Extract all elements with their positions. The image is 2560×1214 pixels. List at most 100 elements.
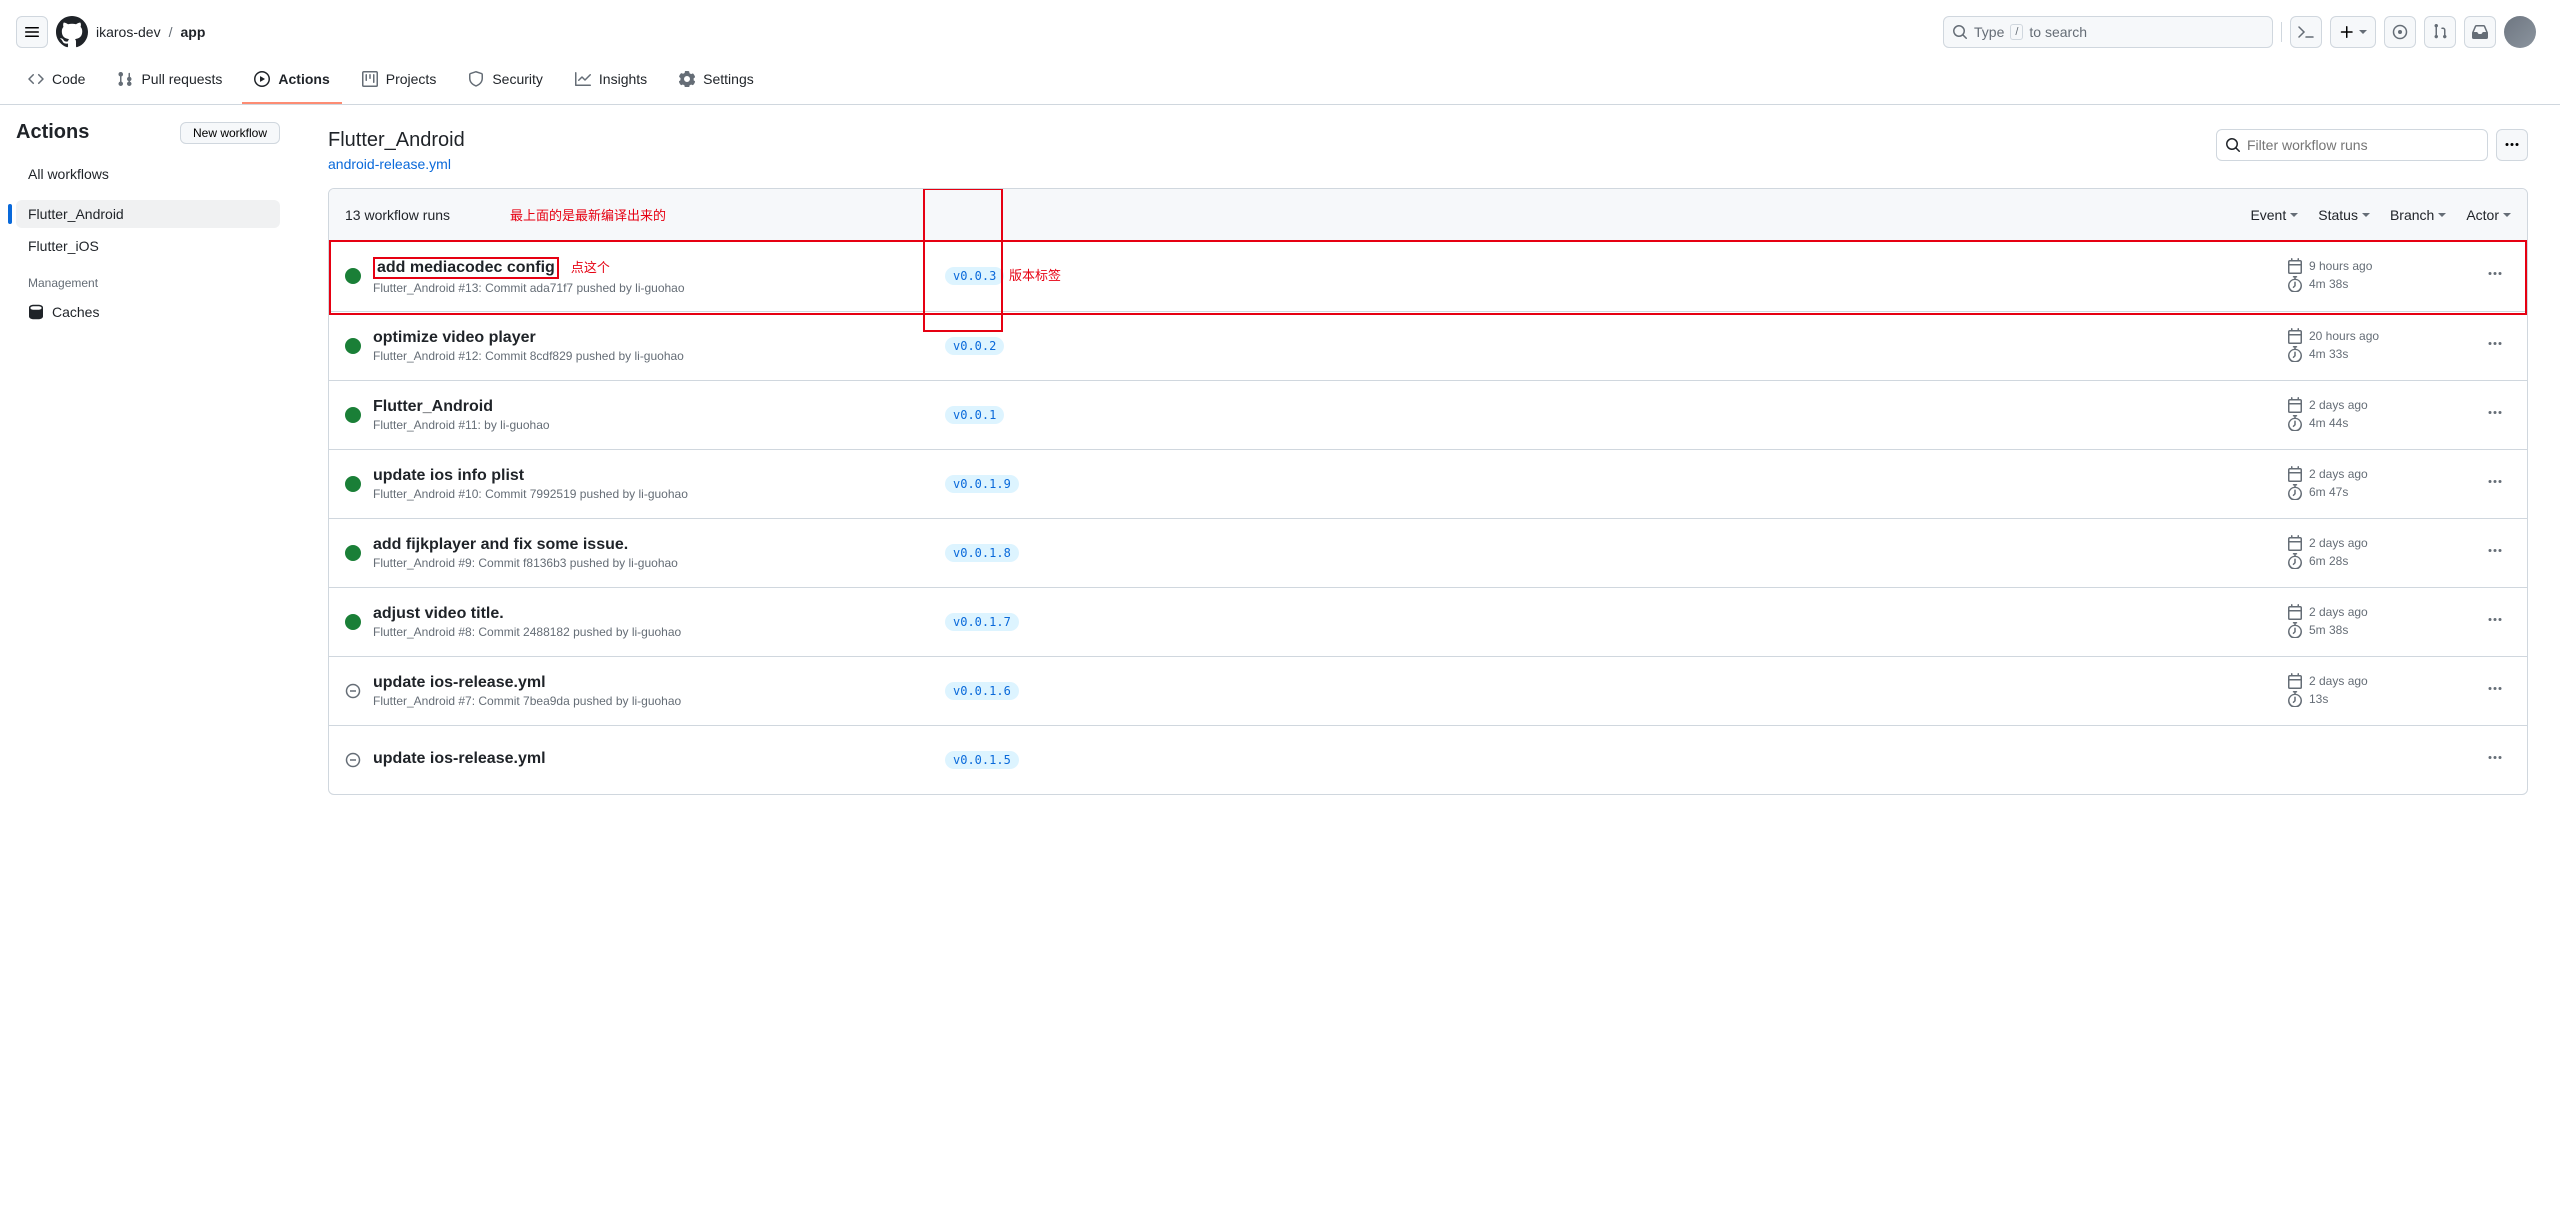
run-title[interactable]: update ios-release.yml [373,674,933,692]
command-icon [2298,24,2314,40]
run-tag-badge[interactable]: v0.0.3 [945,267,1004,285]
run-tag-badge[interactable]: v0.0.1.7 [945,613,1019,631]
nav-actions[interactable]: Actions [242,56,341,104]
run-subtitle: Flutter_Android #9: Commit f8136b3 pushe… [373,556,933,570]
cache-icon [28,304,44,320]
command-palette-button[interactable] [2290,16,2322,48]
pull-requests-button[interactable] [2424,16,2456,48]
shield-icon [468,71,484,87]
breadcrumb-repo[interactable]: app [180,24,205,40]
run-row[interactable]: optimize video player Flutter_Android #1… [329,312,2527,381]
filter-status[interactable]: Status [2318,207,2370,223]
run-title[interactable]: update ios-release.yml [373,750,933,768]
issues-button[interactable] [2384,16,2416,48]
run-status-icon [345,407,361,423]
annotation-top: 最上面的是最新编译出来的 [510,205,666,224]
run-row[interactable]: update ios info plist Flutter_Android #1… [329,450,2527,519]
workflow-menu-button[interactable] [2496,129,2528,161]
github-mark-icon [56,16,88,48]
filter-branch[interactable]: Branch [2390,207,2446,223]
nav-insights[interactable]: Insights [563,56,659,104]
run-row[interactable]: adjust video title. Flutter_Android #8: … [329,588,2527,657]
filter-actor[interactable]: Actor [2466,207,2511,223]
calendar-icon [2287,466,2303,482]
run-row[interactable]: add mediacodec config点这个 Flutter_Android… [329,241,2527,312]
gear-icon [679,71,695,87]
kebab-icon [2487,612,2503,628]
sidebar-caches[interactable]: Caches [16,298,280,326]
run-subtitle: Flutter_Android #12: Commit 8cdf829 push… [373,349,933,363]
sidebar-workflow-flutter-ios[interactable]: Flutter_iOS [16,232,280,260]
run-kebab-button[interactable] [2479,474,2511,495]
breadcrumb-separator: / [165,24,177,40]
hamburger-icon [24,24,40,40]
run-kebab-button[interactable] [2479,336,2511,357]
sidebar-management-label: Management [28,276,280,290]
run-kebab-button[interactable] [2479,405,2511,426]
play-icon [254,71,270,87]
run-tag-badge[interactable]: v0.0.1 [945,406,1004,424]
run-row[interactable]: update ios-release.yml v0.0.1.5 [329,726,2527,794]
inbox-button[interactable] [2464,16,2496,48]
run-tag-badge[interactable]: v0.0.1.8 [945,544,1019,562]
user-avatar[interactable] [2504,16,2536,48]
run-status-icon [345,683,361,699]
run-status-icon [345,614,361,630]
run-tag-cell: v0.0.1 [945,406,1085,424]
nav-pulls[interactable]: Pull requests [105,56,234,104]
filter-event[interactable]: Event [2250,207,2298,223]
stopwatch-icon [2287,276,2303,292]
run-title[interactable]: Flutter_Android [373,398,933,416]
create-new-button[interactable] [2330,16,2376,48]
caret-down-icon [2438,213,2446,217]
github-logo[interactable] [56,16,88,48]
sidebar-workflow-flutter-android[interactable]: Flutter_Android [16,200,280,228]
run-subtitle: Flutter_Android #11: by li-guohao [373,418,933,432]
filter-runs-input-wrapper[interactable] [2216,129,2488,161]
graph-icon [575,71,591,87]
run-kebab-button[interactable] [2479,681,2511,702]
run-status-icon [345,338,361,354]
run-meta: 2 days ago 6m 47s [2287,466,2467,502]
nav-security[interactable]: Security [456,56,555,104]
run-kebab-button[interactable] [2479,612,2511,633]
workflow-file-link[interactable]: android-release.yml [328,156,451,172]
run-title[interactable]: optimize video player [373,329,933,347]
run-title[interactable]: update ios info plist [373,467,933,485]
calendar-icon [2287,604,2303,620]
new-workflow-button[interactable]: New workflow [180,122,280,144]
run-kebab-button[interactable] [2479,750,2511,771]
run-title[interactable]: add mediacodec config [373,257,559,279]
nav-settings[interactable]: Settings [667,56,766,104]
run-meta: 2 days ago 5m 38s [2287,604,2467,640]
sidebar-all-workflows[interactable]: All workflows [16,160,280,188]
inbox-icon [2472,24,2488,40]
repo-breadcrumb: ikaros-dev / app [96,24,205,40]
run-tag-badge[interactable]: v0.0.1.6 [945,682,1019,700]
run-meta: 2 days ago 4m 44s [2287,397,2467,433]
run-tag-badge[interactable]: v0.0.1.5 [945,751,1019,769]
run-status-icon [345,476,361,492]
run-row[interactable]: add fijkplayer and fix some issue. Flutt… [329,519,2527,588]
kebab-icon [2487,336,2503,352]
run-title[interactable]: add fijkplayer and fix some issue. [373,536,933,554]
nav-code[interactable]: Code [16,56,97,104]
run-tag-badge[interactable]: v0.0.1.9 [945,475,1019,493]
run-meta: 2 days ago 13s [2287,673,2467,709]
global-search-input[interactable]: Type / to search [1943,16,2273,48]
run-kebab-button[interactable] [2479,266,2511,287]
breadcrumb-owner[interactable]: ikaros-dev [96,24,161,40]
run-row[interactable]: update ios-release.yml Flutter_Android #… [329,657,2527,726]
kebab-icon [2487,266,2503,282]
run-tag-badge[interactable]: v0.0.2 [945,337,1004,355]
run-row[interactable]: Flutter_Android Flutter_Android #11: by … [329,381,2527,450]
run-kebab-button[interactable] [2479,543,2511,564]
stopwatch-icon [2287,553,2303,569]
search-hint-post: to search [2029,24,2087,40]
run-tag-cell: v0.0.1.5 [945,751,1085,769]
run-title[interactable]: adjust video title. [373,605,933,623]
nav-projects[interactable]: Projects [350,56,449,104]
caret-down-icon [2359,30,2367,34]
hamburger-menu-button[interactable] [16,16,48,48]
filter-runs-input[interactable] [2247,137,2479,153]
